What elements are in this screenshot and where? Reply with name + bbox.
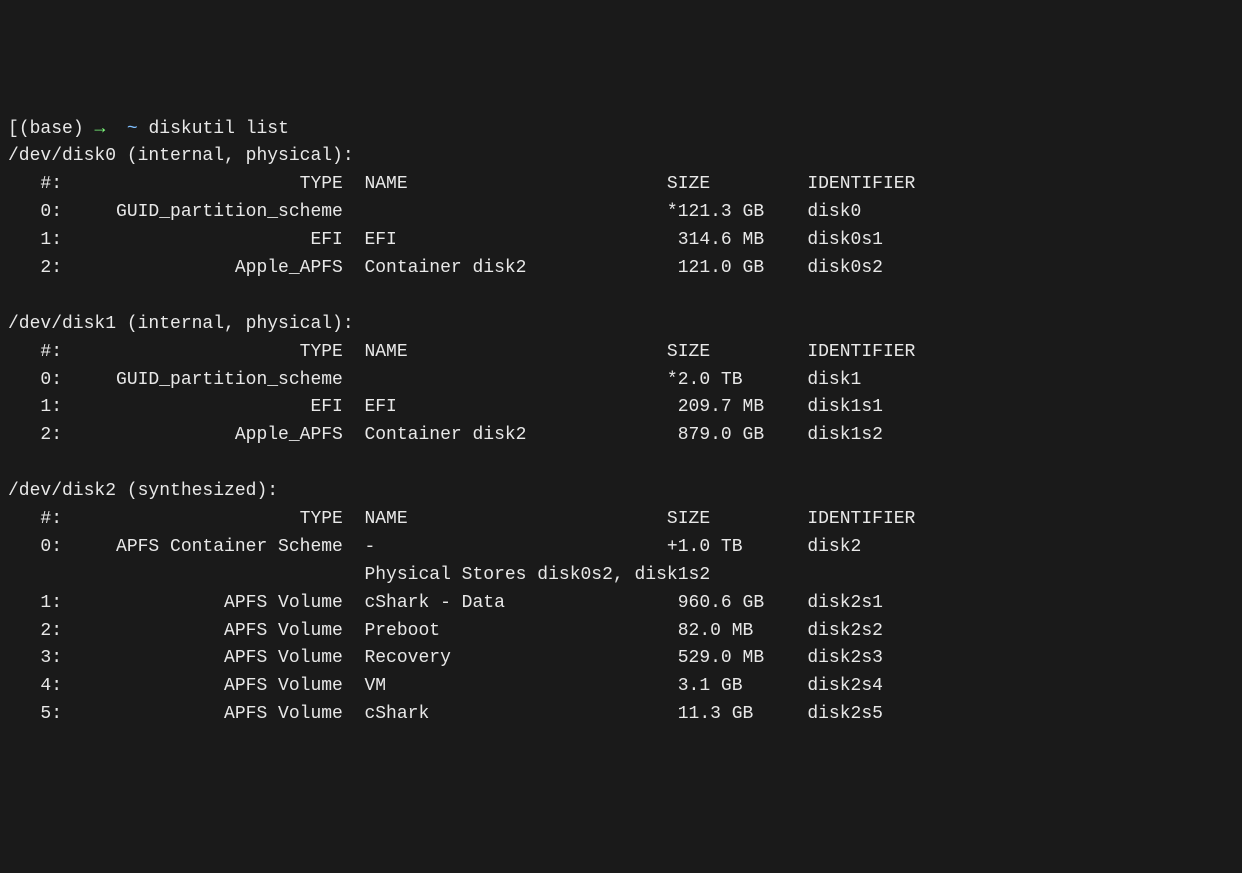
column-header: #: TYPE NAME SIZE IDENTIFIER (8, 171, 1234, 199)
table-row: 1: EFI EFI 314.6 MB disk0s1 (8, 227, 1234, 255)
prompt-cwd: ~ (127, 119, 138, 139)
prompt-line[interactable]: [(base) → ~ diskutil list (8, 116, 1234, 144)
table-row: 0: APFS Container Scheme - +1.0 TB disk2 (8, 534, 1234, 562)
table-row: 2: APFS Volume Preboot 82.0 MB disk2s2 (8, 618, 1234, 646)
table-row: Physical Stores disk0s2, disk1s2 (8, 562, 1234, 590)
blank-line (8, 283, 1234, 311)
column-header: #: TYPE NAME SIZE IDENTIFIER (8, 339, 1234, 367)
table-row: 2: Apple_APFS Container disk2 879.0 GB d… (8, 422, 1234, 450)
column-header: #: TYPE NAME SIZE IDENTIFIER (8, 506, 1234, 534)
table-row: 0: GUID_partition_scheme *121.3 GB disk0 (8, 199, 1234, 227)
table-row: 4: APFS Volume VM 3.1 GB disk2s4 (8, 673, 1234, 701)
prompt-bracket: [ (8, 119, 19, 139)
prompt-arrow-icon: → (94, 119, 105, 139)
table-row: 1: EFI EFI 209.7 MB disk1s1 (8, 394, 1234, 422)
disk-header: /dev/disk0 (internal, physical): (8, 143, 1234, 171)
disk-header: /dev/disk1 (internal, physical): (8, 311, 1234, 339)
blank-line (8, 450, 1234, 478)
disk-header: /dev/disk2 (synthesized): (8, 478, 1234, 506)
terminal-output[interactable]: [(base) → ~ diskutil list/dev/disk0 (int… (8, 116, 1234, 730)
prompt-env: (base) (19, 119, 84, 139)
table-row: 3: APFS Volume Recovery 529.0 MB disk2s3 (8, 645, 1234, 673)
command-text: diskutil list (148, 119, 288, 139)
table-row: 0: GUID_partition_scheme *2.0 TB disk1 (8, 367, 1234, 395)
table-row: 5: APFS Volume cShark 11.3 GB disk2s5 (8, 701, 1234, 729)
table-row: 2: Apple_APFS Container disk2 121.0 GB d… (8, 255, 1234, 283)
table-row: 1: APFS Volume cShark - Data 960.6 GB di… (8, 590, 1234, 618)
